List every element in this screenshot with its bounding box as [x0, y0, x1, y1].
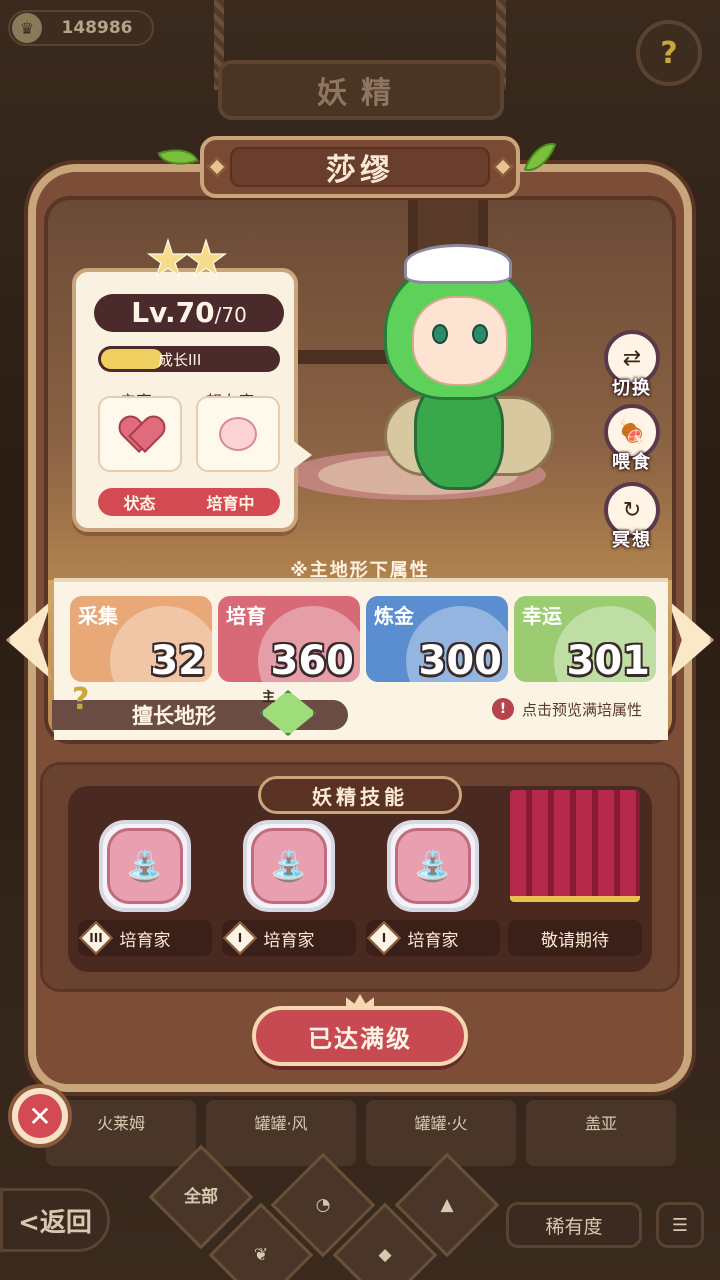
skills-title: 妖精技能 — [258, 776, 462, 814]
character-eye-left — [432, 324, 448, 344]
watering-can-icon: ⛲ — [99, 820, 191, 912]
fairy-card-name: 盖亚 — [584, 1114, 617, 1133]
fairy-card-name: 罐罐·火 — [414, 1114, 468, 1133]
level-value: Lv.70 — [131, 296, 215, 329]
feed-label: 喂食 — [612, 452, 652, 473]
attribute-name: 采集 — [78, 604, 118, 628]
watering-can-icon: ⛲ — [243, 820, 335, 912]
skills-title-text: 妖精技能 — [312, 784, 408, 809]
attribute-value: 360 — [270, 638, 355, 682]
help-button[interactable]: ? — [636, 20, 702, 86]
main-terrain-tag: 主 — [262, 690, 276, 705]
preview-hint[interactable]: ! 点击预览满培属性 — [492, 698, 642, 720]
filter-all-label: 全部 — [184, 1187, 218, 1207]
level-bar: Lv.70 /70 — [94, 294, 284, 332]
coin-value: 148986 — [61, 18, 133, 38]
max-level-button[interactable]: 已达满级 — [252, 1006, 468, 1066]
back-button[interactable]: <返回 — [0, 1188, 110, 1252]
rarity-label: 稀有度 — [545, 1215, 603, 1238]
rank-badge: I — [367, 921, 401, 955]
coin-icon: ♛ — [12, 13, 42, 43]
smile-face-icon — [219, 417, 257, 451]
terrain-help-icon[interactable]: ? — [72, 682, 108, 722]
meditate-label: 冥想 — [612, 530, 652, 551]
fairy-card[interactable]: 盖亚 — [526, 1100, 676, 1166]
attribute-value: 300 — [418, 638, 503, 682]
attribute-name: 幸运 — [522, 604, 562, 628]
switch-label: 切换 — [612, 378, 652, 399]
skill-label: 培育家 — [119, 930, 171, 951]
intimacy-box[interactable] — [98, 396, 182, 472]
skill-slot-2[interactable]: ⛲ I 培育家 — [222, 820, 356, 956]
fairy-name-plate: 莎缪 — [200, 136, 520, 198]
close-icon: ✕ — [18, 1094, 62, 1138]
locked-skill-curtain — [510, 790, 640, 902]
fairy-card[interactable]: 罐罐·火 — [366, 1100, 516, 1166]
level-max: /70 — [214, 303, 247, 327]
feed-action[interactable]: 🍖 喂食 — [604, 404, 660, 474]
effort-box[interactable] — [196, 396, 280, 472]
attribute-value: 301 — [566, 638, 651, 682]
preview-hint-text: 点击预览满培属性 — [522, 700, 643, 719]
attribute-name: 炼金 — [374, 604, 414, 628]
status-value: 培育中 — [206, 494, 255, 513]
fairy-card[interactable]: 罐罐·风 — [206, 1100, 356, 1166]
coin-counter: ♛ 148986 — [8, 10, 154, 46]
character-face[interactable] — [412, 296, 508, 386]
character-eye-right — [472, 324, 488, 344]
watering-can-icon: ⛲ — [387, 820, 479, 912]
attribute-alchemy: 炼金 300 — [366, 596, 508, 682]
attribute-nurture: 培育 360 — [218, 596, 360, 682]
sort-order-icon[interactable]: ☰ — [656, 1202, 704, 1248]
skill-slot-1[interactable]: ⛲ III 培育家 — [78, 820, 212, 956]
growth-label: 成长III — [158, 351, 202, 369]
skill-label: 培育家 — [263, 930, 315, 951]
exclamation-icon: ! — [492, 698, 514, 720]
status-badge: 状态 培育中 — [98, 488, 280, 516]
skill-label: 培育家 — [407, 930, 459, 951]
character-hat — [404, 244, 512, 284]
back-label: <返回 — [18, 1207, 92, 1238]
attribute-panel[interactable]: 采集 32 培育 360 炼金 300 幸运 301 擅长地形 ? 主 ! 点击… — [52, 578, 668, 740]
fairy-name: 莎缪 — [326, 153, 394, 188]
close-button[interactable]: ✕ — [8, 1084, 72, 1148]
max-level-label: 已达满级 — [308, 1024, 412, 1053]
rank-badge: III — [79, 921, 113, 955]
fairy-card-name: 罐罐·风 — [254, 1114, 308, 1133]
page-title: 妖精 — [218, 60, 504, 120]
fairy-card-name: 火莱姆 — [96, 1114, 145, 1133]
rarity-sort-button[interactable]: 稀有度 — [506, 1202, 642, 1248]
meditate-action[interactable]: ↻ 冥想 — [604, 482, 660, 552]
locked-skill-label: 敬请期待 — [541, 930, 609, 951]
rank-badge: I — [223, 921, 257, 955]
attribute-value: 32 — [150, 638, 206, 682]
page-title-text: 妖精 — [317, 76, 405, 111]
attribute-gather: 采集 32 — [70, 596, 212, 682]
heart-icon — [121, 417, 159, 451]
skill-slot-locked: 敬请期待 — [508, 920, 642, 956]
status-label: 状态 — [123, 494, 156, 513]
skill-slot-3[interactable]: ⛲ I 培育家 — [366, 820, 500, 956]
switch-action[interactable]: ⇄ 切换 — [604, 330, 660, 400]
attribute-name: 培育 — [226, 604, 266, 628]
growth-fill — [101, 349, 163, 369]
attribute-luck: 幸运 301 — [514, 596, 656, 682]
fairy-info-card: Lv.70 /70 成长III 亲密 努力度 状态 培育中 — [72, 268, 298, 532]
terrain-label: 擅长地形 — [132, 704, 216, 728]
growth-bar: 成长III — [98, 346, 280, 372]
